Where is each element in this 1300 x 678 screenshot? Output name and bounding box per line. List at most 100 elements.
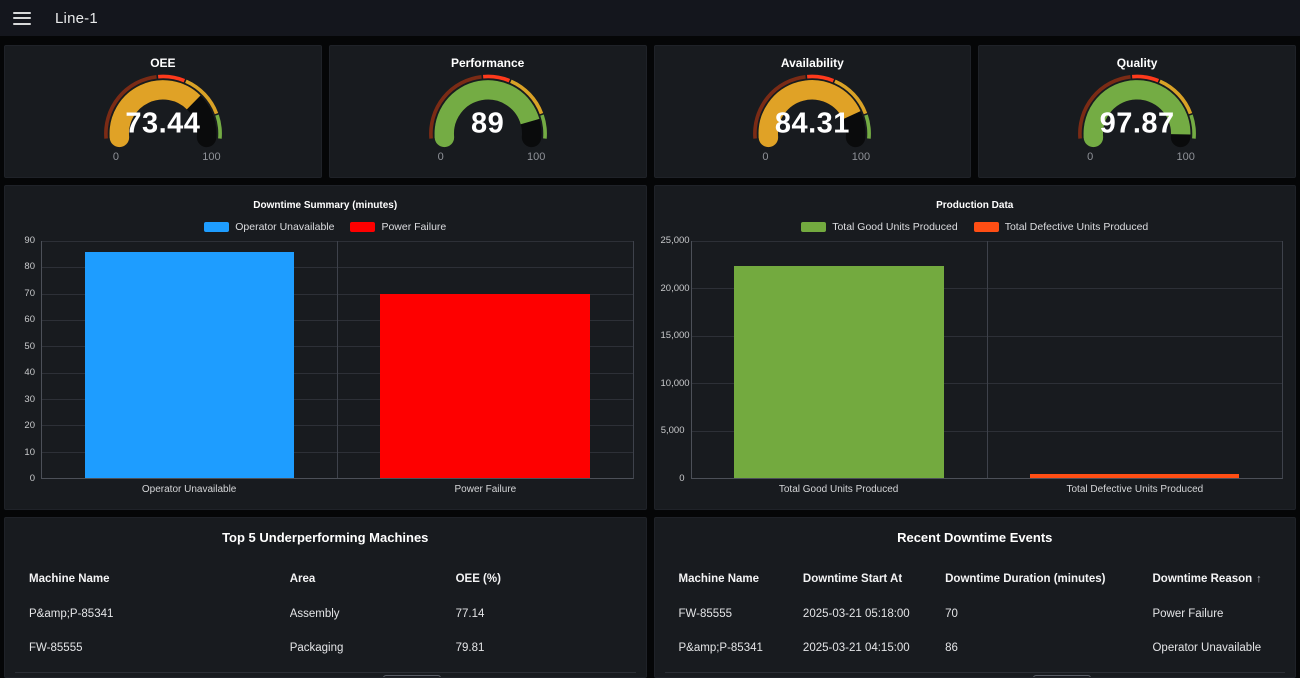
table-header-cell[interactable]: Downtime Duration (minutes) bbox=[945, 573, 1152, 585]
legend-label: Total Defective Units Produced bbox=[1005, 221, 1149, 233]
table-row: P&amp;P-853412025-03-21 04:15:0086Operat… bbox=[679, 641, 1272, 655]
table-cell: 79.81 bbox=[456, 642, 622, 654]
table-header-label: Machine Name bbox=[29, 573, 110, 585]
x-axis-category-label: Total Good Units Produced bbox=[691, 484, 987, 495]
gauge-title: Availability bbox=[655, 56, 971, 70]
table-header-row: Machine Name Downtime Start At Downtime Du… bbox=[679, 572, 1272, 586]
plot-area-wrap: 05,00010,00015,00020,00025,000Total Good… bbox=[661, 241, 1284, 479]
gauge-value: 73.44 bbox=[82, 107, 244, 140]
legend-label: Total Good Units Produced bbox=[832, 221, 958, 233]
table-header-label: OEE (%) bbox=[456, 573, 501, 585]
y-axis-tick-label: 70 bbox=[11, 288, 35, 300]
bar-first bbox=[734, 266, 944, 478]
table-cell: 70 bbox=[945, 608, 1152, 620]
y-axis-tick-label: 90 bbox=[11, 235, 35, 247]
table-header-label: Machine Name bbox=[679, 573, 760, 585]
legend-swatch bbox=[350, 222, 375, 232]
y-axis-tick-label: 25,000 bbox=[661, 235, 685, 247]
gauge-panel-performance: Performance 89 0 100 bbox=[329, 45, 647, 178]
gauge-min-label: 0 bbox=[438, 151, 444, 163]
legend-item[interactable]: Total Defective Units Produced bbox=[974, 221, 1149, 233]
dashboard-title[interactable]: Line-1 bbox=[55, 10, 98, 27]
table-header-cell[interactable]: OEE (%) bbox=[456, 573, 622, 585]
table-row: FW-85555Packaging79.81 bbox=[29, 641, 622, 655]
chart-panel-production-data: Production DataTotal Good Units Produced… bbox=[654, 185, 1297, 510]
top-bar: Line-1 bbox=[0, 0, 1300, 36]
chart-legend: Total Good Units Produced Total Defective… bbox=[655, 221, 1296, 233]
y-axis-tick-label: 15,000 bbox=[661, 330, 685, 342]
table-header-cell[interactable]: Downtime Start At bbox=[803, 573, 945, 585]
plot-area bbox=[41, 241, 634, 479]
gauge-value: 84.31 bbox=[731, 107, 893, 140]
y-axis-tick-label: 5,000 bbox=[661, 425, 685, 437]
sort-asc-icon: ↑ bbox=[1256, 573, 1262, 585]
table-header-label: Area bbox=[290, 573, 316, 585]
gauge-value: 89 bbox=[407, 107, 569, 140]
dashboard-body: OEE73.440100Performance890100Availabilit… bbox=[0, 36, 1300, 678]
gauge: 97.870100 bbox=[1056, 73, 1218, 165]
gauge-title: OEE bbox=[5, 56, 321, 70]
table-cell: Operator Unavailable bbox=[1152, 642, 1271, 654]
table-cell: Assembly bbox=[290, 608, 456, 620]
category-divider-line bbox=[987, 241, 988, 478]
y-axis-tick-label: 80 bbox=[11, 261, 35, 273]
y-axis-tick-label: 10,000 bbox=[661, 378, 685, 390]
x-axis-category-label: Power Failure bbox=[337, 484, 633, 495]
plot-area-wrap: 0102030405060708090Operator UnavailableP… bbox=[11, 241, 634, 479]
table-cell: P&amp;P-85341 bbox=[29, 608, 290, 620]
legend-label: Operator Unavailable bbox=[235, 221, 334, 233]
table-header-cell[interactable]: Machine Name bbox=[679, 573, 803, 585]
table-row: FW-855552025-03-21 05:18:0070Power Failu… bbox=[679, 607, 1272, 621]
table-cell: 86 bbox=[945, 642, 1152, 654]
legend-label: Power Failure bbox=[381, 221, 446, 233]
legend-swatch bbox=[801, 222, 826, 232]
chart-legend: Operator Unavailable Power Failure bbox=[5, 221, 646, 233]
gauge-value: 97.87 bbox=[1056, 107, 1218, 140]
table-header-cell[interactable]: Machine Name bbox=[29, 573, 290, 585]
y-axis-tick-label: 30 bbox=[11, 394, 35, 406]
table-footer-divider bbox=[665, 672, 1286, 673]
table-row-section: Top 5 Underperforming Machines Machine Na… bbox=[4, 517, 1296, 678]
gauge-max-label: 100 bbox=[1177, 151, 1195, 163]
gauge-max-label: 100 bbox=[527, 151, 545, 163]
y-axis-tick-label: 60 bbox=[11, 314, 35, 326]
gauge: 84.310100 bbox=[731, 73, 893, 165]
y-axis-tick-label: 0 bbox=[661, 473, 685, 485]
table-cell: 77.14 bbox=[456, 608, 622, 620]
gauge-panel-availability: Availability84.310100 bbox=[654, 45, 972, 178]
bar-second bbox=[380, 294, 590, 478]
bar-second bbox=[1030, 474, 1240, 478]
y-axis-tick-label: 10 bbox=[11, 447, 35, 459]
gauge-title: Performance bbox=[330, 56, 646, 70]
chart-title: Downtime Summary (minutes) bbox=[5, 200, 646, 212]
plot-area bbox=[691, 241, 1284, 479]
table-cell: FW-85555 bbox=[679, 608, 803, 620]
x-axis-category-label: Total Defective Units Produced bbox=[987, 484, 1283, 495]
gauge: 89 0 100 bbox=[407, 73, 569, 165]
table-title: Top 5 Underperforming Machines bbox=[5, 530, 646, 545]
table-header-cell[interactable]: Downtime Reason↑ bbox=[1152, 573, 1271, 585]
y-axis-tick-label: 50 bbox=[11, 341, 35, 353]
legend-item[interactable]: Operator Unavailable bbox=[204, 221, 334, 233]
table-header-label: Downtime Duration (minutes) bbox=[945, 573, 1105, 585]
hamburger-menu-icon[interactable] bbox=[13, 12, 31, 25]
legend-item[interactable]: Power Failure bbox=[350, 221, 446, 233]
y-axis-tick-label: 0 bbox=[11, 473, 35, 485]
gauge-panel-oee: OEE 73.44 0 100 bbox=[4, 45, 322, 178]
table-header-label: Downtime Start At bbox=[803, 573, 902, 585]
table-cell: 2025-03-21 04:15:00 bbox=[803, 642, 945, 654]
table-header-cell[interactable]: Area bbox=[290, 573, 456, 585]
legend-item[interactable]: Total Good Units Produced bbox=[801, 221, 958, 233]
gauge-max-label: 100 bbox=[202, 151, 220, 163]
y-axis-tick-label: 20,000 bbox=[661, 283, 685, 295]
gauge-min-label: 0 bbox=[762, 151, 768, 163]
gauge-row: OEE 73.44 0 100 Performance 89 0 100 Availabilit… bbox=[4, 45, 1296, 178]
table-panel-underperforming-machines: Top 5 Underperforming Machines Machine Na… bbox=[4, 517, 647, 678]
gauge-min-label: 0 bbox=[113, 151, 119, 163]
table-cell: P&amp;P-85341 bbox=[679, 642, 803, 654]
table-panel-recent-downtime-events: Recent Downtime EventsMachine NameDownti… bbox=[654, 517, 1297, 678]
table-row: P&amp;P-85341Assembly77.14 bbox=[29, 607, 622, 621]
category-divider-line bbox=[337, 241, 338, 478]
table-cell: Power Failure bbox=[1152, 608, 1271, 620]
x-axis-category-label: Operator Unavailable bbox=[41, 484, 337, 495]
